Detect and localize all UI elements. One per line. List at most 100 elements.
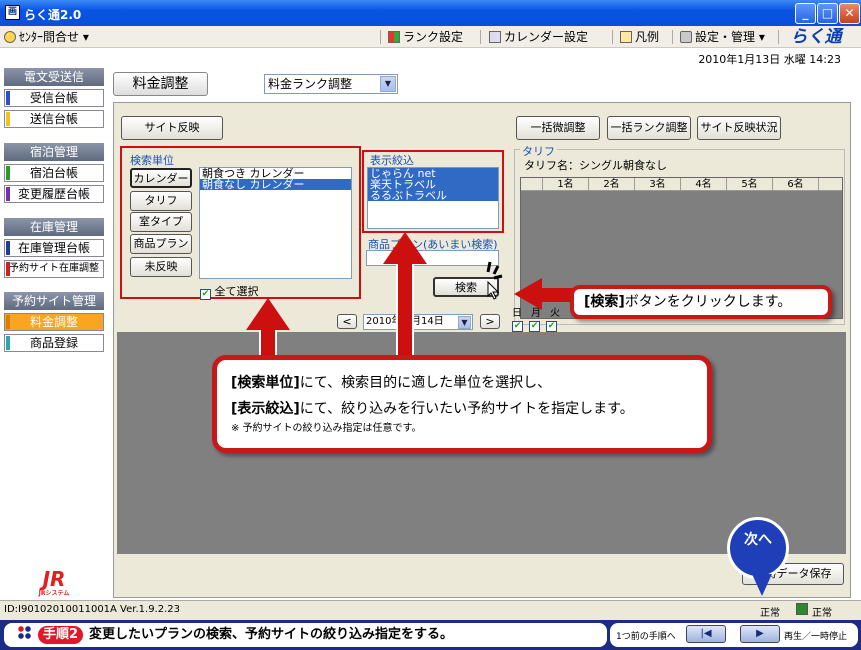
step-description: 変更したいプランの検索、予約サイトの絞り込み指定をする。 [89, 627, 454, 642]
color-bar [6, 112, 10, 126]
window-title: らく通2.0 [24, 8, 82, 22]
callout-term-search-unit: [検索単位] [231, 375, 300, 391]
globe-icon [4, 31, 16, 43]
menu-separator [778, 30, 779, 44]
list-item[interactable]: 朝食なし カレンダー [200, 179, 351, 190]
sidebar-item-sent-ledger[interactable]: 送信台帳 [4, 110, 104, 128]
status-2: 正常 [812, 608, 832, 619]
bulk-rank-adjust-button[interactable]: 一括ランク調整 [607, 116, 691, 140]
prev-step-button[interactable]: |◀ [686, 625, 726, 643]
calendar-settings-menu[interactable]: カレンダー設定 [489, 29, 588, 45]
callout-text: ボタンをクリックします。 [624, 294, 792, 310]
tutorial-step-text: 手順2 変更したいプランの検索、予約サイトの絞り込み指定をする。 [4, 623, 607, 647]
jr-logo-mark: JR [42, 567, 66, 591]
sidebar-item-lodging-ledger[interactable]: 宿泊台帳 [4, 164, 104, 182]
menu-separator [380, 30, 381, 44]
color-bar [6, 166, 10, 180]
click-burst-icon [486, 261, 503, 300]
rank-settings-label: ランク設定 [403, 30, 464, 44]
callout-term-display-filter: [表示絞込] [231, 401, 300, 417]
weekday-checkbox[interactable]: ✔ [546, 321, 557, 332]
date-picker[interactable]: 2010年 1月14日 ▼ [363, 314, 473, 330]
legend-label: 凡例 [635, 30, 660, 44]
tariff-grid-header: 1名 2名 3名 4名 5名 6名 [521, 178, 842, 191]
play-pause-button[interactable]: ▶ [740, 625, 780, 643]
search-unit-unreflected-button[interactable]: 未反映 [130, 257, 192, 277]
grid-header-3: 3名 [635, 178, 681, 191]
site-reflect-button[interactable]: サイト反映 [121, 116, 223, 140]
down-arrow-icon [752, 574, 772, 596]
calendar-icon [489, 31, 501, 43]
play-pause-label: 再生／一時停止 [784, 632, 848, 642]
search-unit-label: 検索単位 [128, 152, 176, 168]
bulk-fine-adjust-button[interactable]: 一括微調整 [516, 116, 600, 140]
legend-menu[interactable]: 凡例 [620, 29, 659, 45]
calendar-settings-label: カレンダー設定 [504, 30, 589, 44]
search-unit-list[interactable]: 朝食つき カレンダー 朝食なし カレンダー [199, 167, 352, 279]
settings-label: 設定・管理 ▾ [695, 30, 765, 44]
site-reflect-status-button[interactable]: サイト反映状況 [697, 116, 781, 140]
grid-header-5: 5名 [727, 178, 773, 191]
maximize-button[interactable]: □ [817, 3, 838, 24]
arrow-shaft [396, 262, 414, 362]
search-unit-plan-button[interactable]: 商品プラン [130, 234, 192, 254]
sidebar-item-received-ledger[interactable]: 受信台帳 [4, 89, 104, 107]
next-date-button[interactable]: > [480, 314, 500, 329]
color-bar [6, 187, 10, 201]
display-filter-list[interactable]: じゃらん net 楽天トラベル るるぶトラベル [367, 167, 499, 229]
arrow-shaft [540, 288, 574, 302]
chevron-down-icon[interactable]: ▼ [380, 76, 396, 92]
sidebar-item-inventory-ledger[interactable]: 在庫管理台帳 [4, 239, 104, 257]
menu-separator [612, 30, 613, 44]
display-filter-label: 表示絞込 [368, 152, 416, 168]
rank-settings-menu[interactable]: ランク設定 [388, 29, 463, 45]
settings-menu[interactable]: 設定・管理 ▾ [680, 29, 765, 45]
grid-header-1: 1名 [543, 178, 589, 191]
weekday-checkbox[interactable]: ✔ [512, 321, 523, 332]
list-item[interactable]: るるぶトラベル [368, 190, 498, 201]
checkbox-check-icon: ✔ [200, 289, 211, 300]
page-title: 料金調整 [113, 72, 208, 96]
app-icon: 画 [5, 5, 20, 20]
tariff-name: タリフ名：シングル朝食なし [524, 159, 667, 172]
search-unit-calendar-button[interactable]: カレンダー [130, 168, 192, 188]
sidebar-item-label: 在庫管理台帳 [17, 241, 90, 255]
center-inquiry-menu[interactable]: ｾﾝﾀｰ問合せ ▾ [4, 29, 89, 45]
sidebar-item-product-registration[interactable]: 商品登録 [4, 334, 104, 352]
weekday-checkbox[interactable]: ✔ [529, 321, 540, 332]
chevron-down-icon[interactable]: ▼ [458, 316, 471, 329]
search-unit-room-type-button[interactable]: 室タイプ [130, 212, 192, 232]
center-inquiry-label: ｾﾝﾀｰ問合せ ▾ [19, 30, 89, 44]
version-info: ID:I90102010011001A Ver.1.9.2.23 [4, 604, 180, 615]
color-bar [6, 262, 10, 276]
grid-header-6: 6名 [773, 178, 819, 191]
menu-bar: ｾﾝﾀｰ問合せ ▾ ランク設定 カレンダー設定 凡例 設定・管理 ▾ [0, 26, 861, 48]
sidebar-item-site-inventory[interactable]: 予約サイト在庫調整 [4, 260, 104, 278]
sidebar-section-site-management: 予約サイト管理 [4, 292, 104, 310]
next-step-badge[interactable]: 次へ [727, 517, 789, 596]
legend-icon [620, 31, 632, 43]
sidebar-item-rate-adjustment[interactable]: 料金調整 [4, 313, 104, 331]
close-button[interactable]: ✕ [839, 3, 860, 24]
menu-separator [672, 30, 673, 44]
callout-text: にて、検索目的に適した単位を選択し、 [299, 375, 552, 391]
grid-header-2: 2名 [589, 178, 635, 191]
raku-logo: らく通 [790, 27, 842, 47]
color-bar [6, 241, 10, 255]
sidebar-section-inventory: 在庫管理 [4, 218, 104, 236]
sidebar-section-messaging: 電文受送信 [4, 68, 104, 86]
sidebar-item-label: 料金調整 [29, 315, 78, 329]
sidebar-item-change-history[interactable]: 変更履歴台帳 [4, 185, 104, 203]
search-unit-tariff-button[interactable]: タリフ [130, 191, 192, 211]
step-badge: 手順2 [38, 626, 84, 644]
rank-type-select[interactable]: 料金ランク調整 ▼ [264, 74, 398, 94]
search-callout: [検索]ボタンをクリックします。 [570, 285, 832, 319]
up-arrow-icon [383, 232, 427, 264]
color-bar [6, 315, 10, 329]
callout-line-2: [表示絞込]にて、絞り込みを行いたい予約サイトを指定します。 [231, 396, 693, 422]
menu-separator [480, 30, 481, 44]
minimize-button[interactable]: _ [795, 3, 816, 24]
color-bar [6, 91, 10, 105]
color-bar [6, 336, 10, 350]
prev-date-button[interactable]: < [337, 314, 357, 329]
